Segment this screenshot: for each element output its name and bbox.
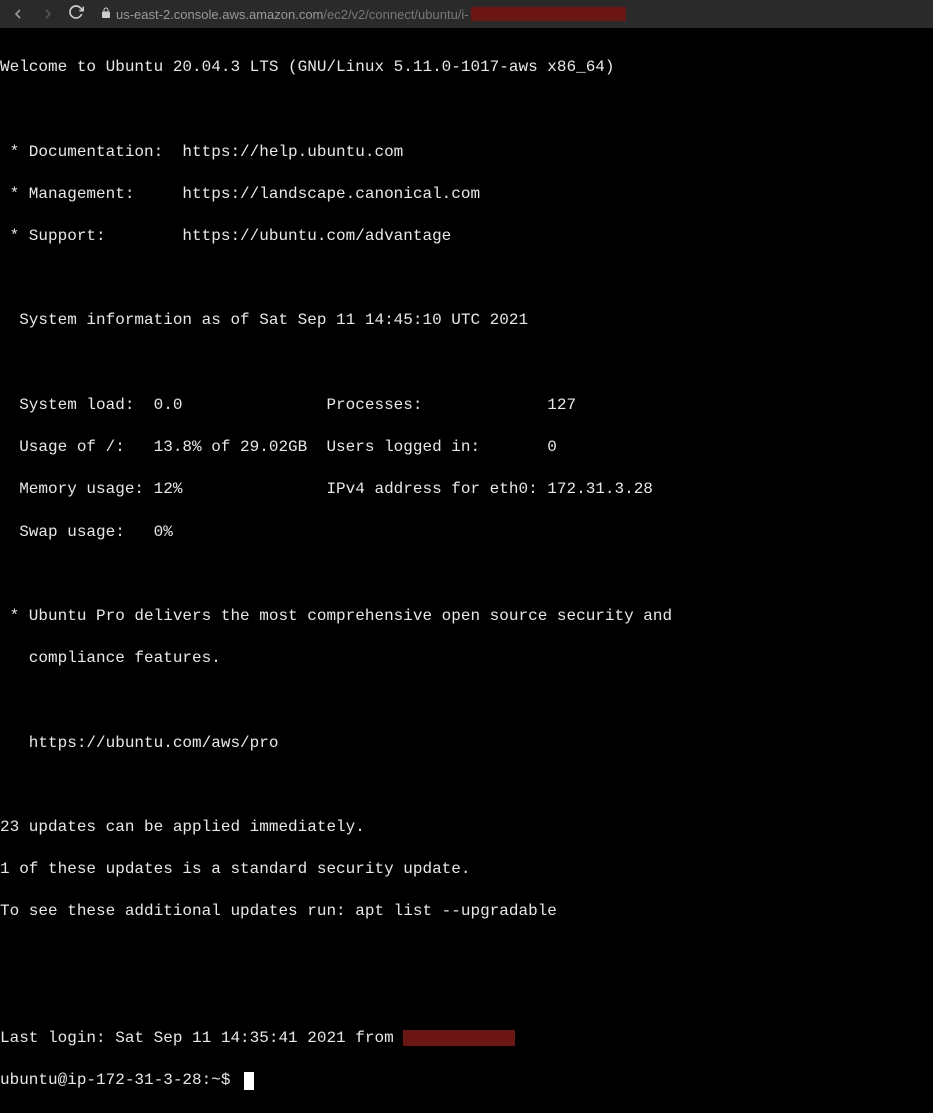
url-host: us-east-2.console.aws.amazon.com (116, 7, 323, 22)
reload-button[interactable] (68, 4, 84, 25)
url-path: /ec2/v2/connect/ubuntu/i- (323, 7, 468, 22)
blank-line (0, 986, 933, 1007)
lock-icon (100, 7, 112, 22)
sysinfo-row: Swap usage: 0% (0, 522, 933, 543)
terminal-cursor (244, 1072, 254, 1090)
last-login-text: Last login: Sat Sep 11 14:35:41 2021 fro… (0, 1029, 403, 1047)
sysinfo-row: System load: 0.0 Processes: 127 (0, 395, 933, 416)
ubuntu-pro-line: * Ubuntu Pro delivers the most comprehen… (0, 606, 933, 627)
motd-mgmt: * Management: https://landscape.canonica… (0, 184, 933, 205)
last-login-line: Last login: Sat Sep 11 14:35:41 2021 fro… (0, 1028, 933, 1049)
ubuntu-pro-url: https://ubuntu.com/aws/pro (0, 733, 933, 754)
blank-line (0, 99, 933, 120)
address-bar[interactable]: us-east-2.console.aws.amazon.com/ec2/v2/… (100, 7, 626, 22)
shell-prompt: ubuntu@ip-172-31-3-28:~$ (0, 1070, 240, 1091)
terminal-output[interactable]: Welcome to Ubuntu 20.04.3 LTS (GNU/Linux… (0, 28, 933, 1113)
blank-line (0, 564, 933, 585)
motd-welcome: Welcome to Ubuntu 20.04.3 LTS (GNU/Linux… (0, 57, 933, 78)
blank-line (0, 775, 933, 796)
redacted-instance-id (471, 7, 626, 21)
sysinfo-header: System information as of Sat Sep 11 14:4… (0, 310, 933, 331)
updates-line: 23 updates can be applied immediately. (0, 817, 933, 838)
blank-line (0, 353, 933, 374)
updates-line: 1 of these updates is a standard securit… (0, 859, 933, 880)
shell-prompt-line[interactable]: ubuntu@ip-172-31-3-28:~$ (0, 1070, 933, 1091)
sysinfo-row: Usage of /: 13.8% of 29.02GB Users logge… (0, 437, 933, 458)
browser-navigation-bar: us-east-2.console.aws.amazon.com/ec2/v2/… (0, 0, 933, 28)
back-button[interactable] (8, 6, 28, 22)
motd-doc: * Documentation: https://help.ubuntu.com (0, 142, 933, 163)
forward-button[interactable] (38, 6, 58, 22)
blank-line (0, 268, 933, 289)
sysinfo-row: Memory usage: 12% IPv4 address for eth0:… (0, 479, 933, 500)
motd-support: * Support: https://ubuntu.com/advantage (0, 226, 933, 247)
redacted-source-ip (403, 1030, 515, 1046)
updates-line: To see these additional updates run: apt… (0, 901, 933, 922)
blank-line (0, 690, 933, 711)
blank-line (0, 944, 933, 965)
ubuntu-pro-line: compliance features. (0, 648, 933, 669)
